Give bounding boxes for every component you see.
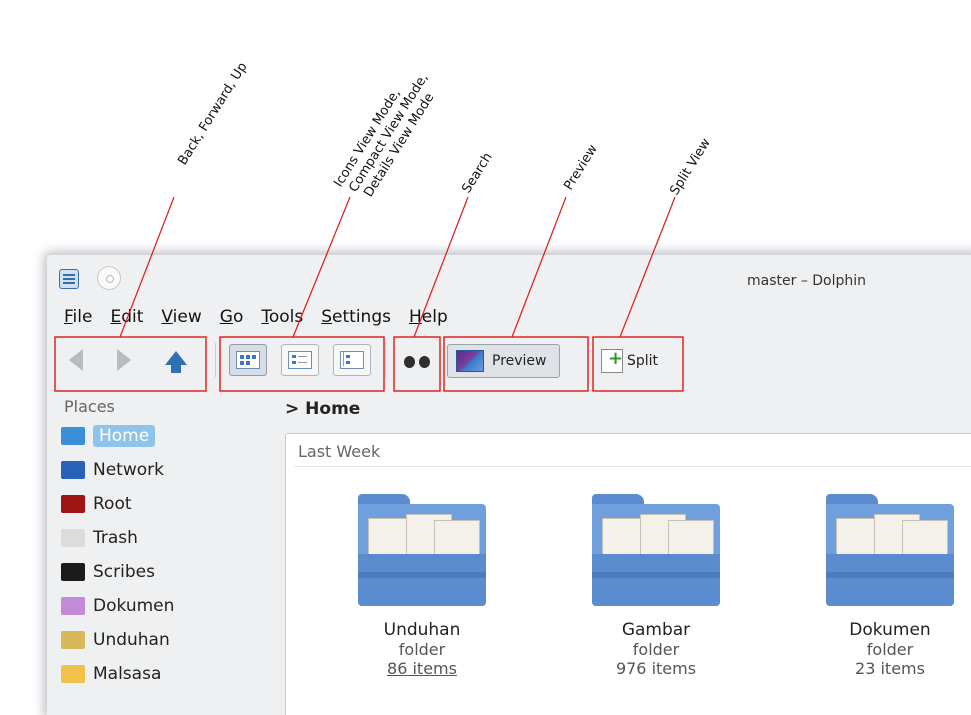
folder-thumbnail-icon (592, 494, 720, 606)
group-header: Last Week (298, 442, 381, 461)
search-button[interactable] (399, 344, 435, 376)
scribes-folder-icon (61, 563, 85, 581)
preview-image-icon (456, 350, 484, 372)
places-item[interactable]: Scribes (61, 557, 271, 587)
folder-thumbnail-icon (358, 494, 486, 606)
menu-bar: File Edit View Go Tools Settings Help (55, 307, 457, 331)
places-item-label: Trash (93, 528, 138, 548)
toolbar-separator (385, 343, 386, 377)
up-button[interactable] (161, 343, 191, 373)
breadcrumb-current[interactable]: Home (305, 399, 360, 419)
binoculars-icon (404, 350, 430, 370)
folder-type: folder (866, 640, 914, 659)
places-item[interactable]: Dokumen (61, 591, 271, 621)
folder-name: Dokumen (849, 620, 931, 640)
details-view-icon (340, 351, 364, 369)
menu-help[interactable]: Help (400, 307, 457, 331)
details-view-mode-button[interactable] (333, 344, 371, 376)
split-label: Split (627, 353, 659, 369)
icons-view-mode-button[interactable] (229, 344, 267, 376)
menu-file[interactable]: File (55, 307, 101, 331)
places-item[interactable]: Root (61, 489, 271, 519)
root-folder-icon (61, 495, 85, 513)
folder-name: Gambar (621, 620, 691, 640)
window-menu-button[interactable] (97, 266, 121, 290)
trash-icon (61, 529, 85, 547)
places-item[interactable]: Network (61, 455, 271, 485)
forward-button[interactable] (109, 345, 139, 375)
dolphin-window: master – Dolphin File Edit View Go Tools… (47, 255, 971, 715)
places-item-label: Home (93, 425, 156, 447)
callout-back-forward-up: Back, Forward, Up (175, 59, 251, 169)
back-arrow-icon (69, 349, 83, 371)
places-item[interactable]: Malsasa (61, 659, 271, 689)
folder-type: folder (398, 640, 446, 659)
dolphin-app-icon[interactable] (59, 269, 79, 289)
folder-item-count: 976 items (615, 659, 697, 678)
preview-button[interactable]: Preview (447, 344, 560, 378)
back-button[interactable] (61, 345, 91, 375)
places-item[interactable]: Unduhan (61, 625, 271, 655)
callout-split-view: Split View (667, 135, 714, 198)
callout-preview: Preview (561, 142, 601, 193)
places-item-label: Root (93, 494, 132, 514)
places-item-label: Network (93, 460, 164, 480)
callout-search: Search (459, 150, 496, 196)
menu-go[interactable]: Go (211, 307, 253, 331)
places-item[interactable]: Home (61, 421, 271, 451)
menu-edit[interactable]: Edit (101, 307, 152, 331)
toolbar-separator (215, 343, 216, 377)
window-title: master – Dolphin (747, 273, 867, 289)
places-item-label: Malsasa (93, 664, 162, 684)
menu-view[interactable]: View (152, 307, 210, 331)
breadcrumb-chevron-icon: > (285, 399, 300, 419)
places-item-label: Unduhan (93, 630, 170, 650)
split-view-button[interactable]: Split (595, 345, 664, 377)
split-view-icon (601, 348, 623, 373)
folder-item[interactable]: Gambar folder 976 items (576, 494, 736, 678)
compact-view-icon (288, 351, 312, 369)
title-bar: master – Dolphin (47, 255, 971, 299)
places-item-label: Scribes (93, 562, 155, 582)
folder-item[interactable]: Dokumen folder 23 items (810, 494, 970, 678)
places-item[interactable]: Trash (61, 523, 271, 553)
documents-folder-icon (61, 597, 85, 615)
folder-type: folder (632, 640, 680, 659)
forward-arrow-icon (117, 349, 131, 371)
home-folder-icon (61, 427, 85, 445)
folder-item-count: 23 items (855, 659, 925, 678)
folder-thumbnail-icon (826, 494, 954, 606)
menu-tools[interactable]: Tools (252, 307, 312, 331)
folder-name: Unduhan (383, 620, 461, 640)
compact-view-mode-button[interactable] (281, 344, 319, 376)
menu-settings[interactable]: Settings (312, 307, 400, 331)
places-item-label: Dokumen (93, 596, 175, 616)
folder-icon (61, 665, 85, 683)
downloads-folder-icon (61, 631, 85, 649)
main-toolbar: Preview Split (47, 335, 971, 385)
up-arrow-icon (165, 351, 187, 373)
network-globe-icon (61, 461, 85, 479)
places-header: Places (64, 397, 115, 416)
preview-label: Preview (492, 353, 547, 369)
group-divider (294, 466, 971, 467)
places-panel: Places Home Network Root Trash Scribes Dokume… (47, 385, 275, 715)
folder-item[interactable]: Unduhan folder 86 items (342, 494, 502, 678)
breadcrumb[interactable]: > Home (285, 399, 360, 419)
folder-item-count: 86 items (387, 659, 457, 678)
file-view[interactable]: Last Week Unduhan folder 86 items Gambar fol… (285, 433, 971, 715)
icons-view-icon (236, 351, 260, 369)
